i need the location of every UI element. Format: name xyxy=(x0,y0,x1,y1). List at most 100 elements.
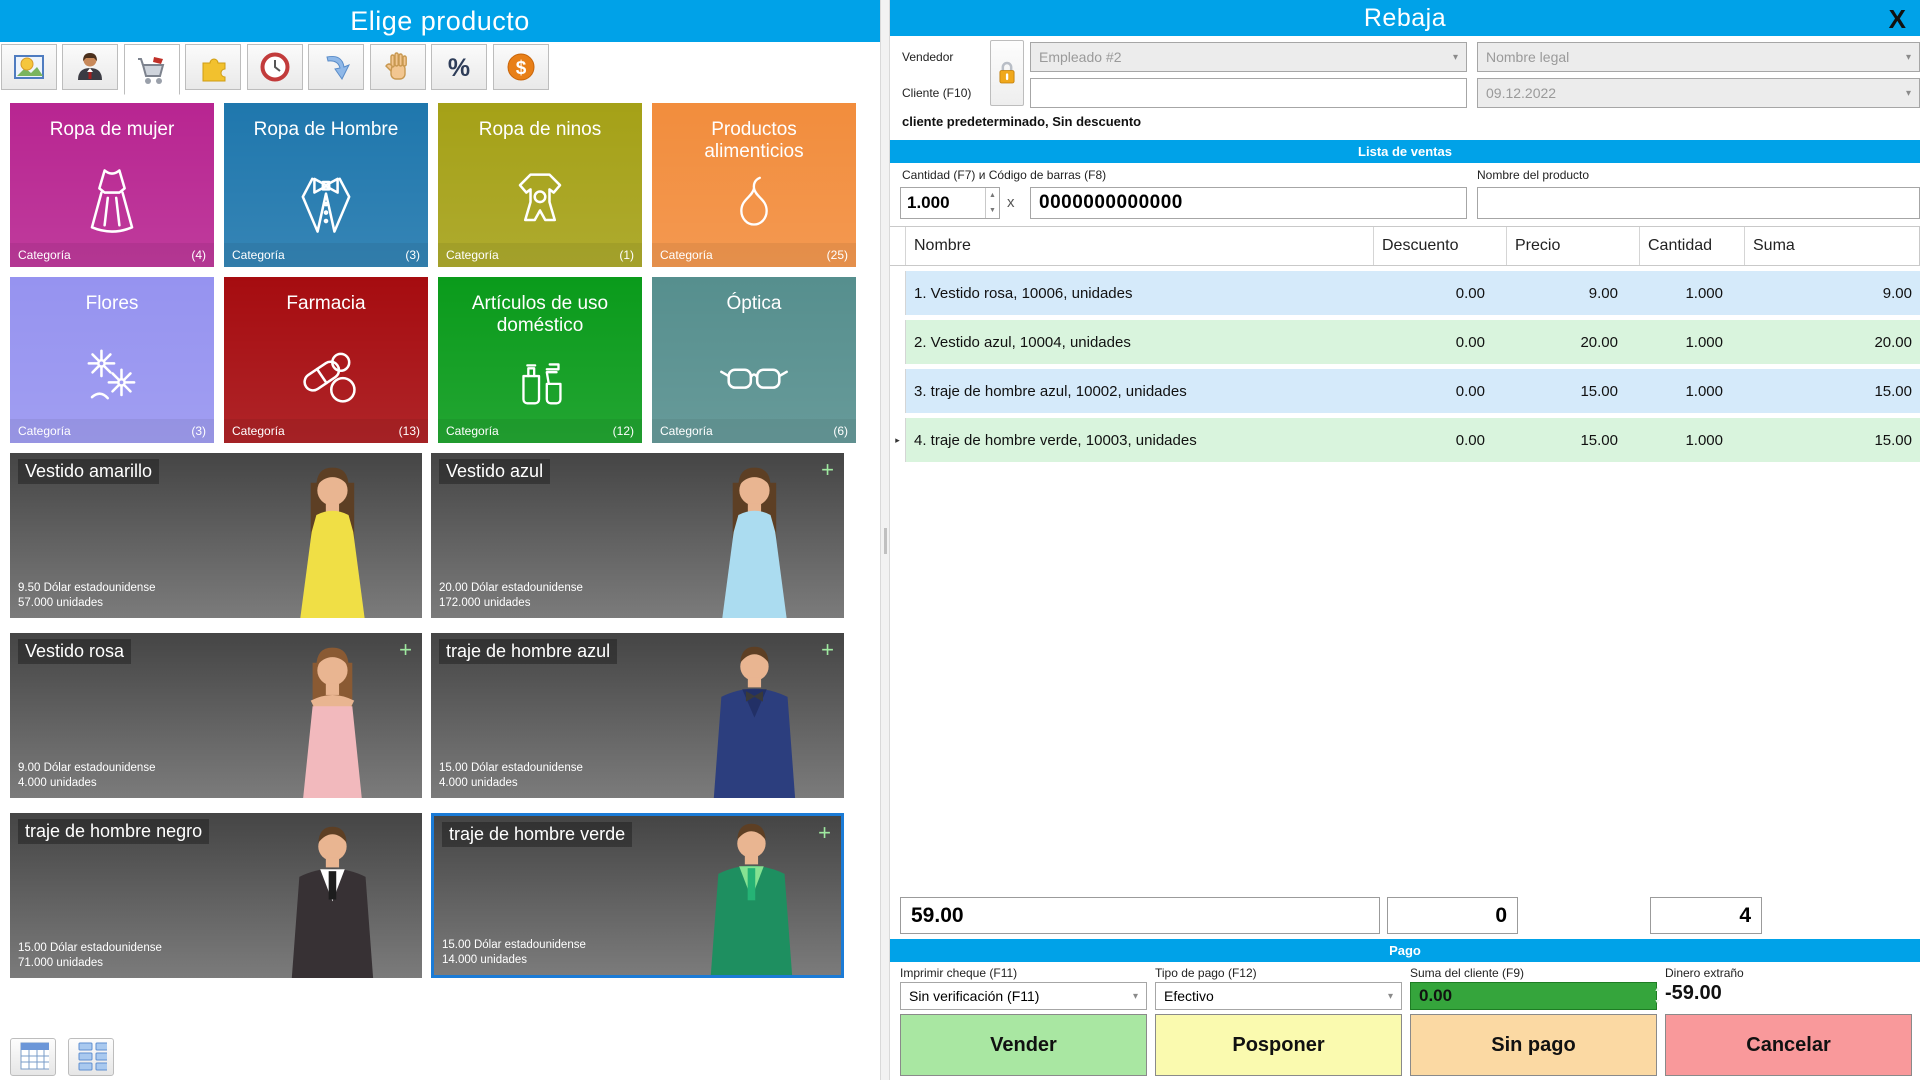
cleaning-icon xyxy=(438,343,642,415)
customer-amount-input[interactable] xyxy=(1411,983,1654,1009)
table-row[interactable]: ▸ 4. traje de hombre verde, 10003, unida… xyxy=(890,418,1920,462)
column-suma[interactable]: Suma xyxy=(1745,227,1919,265)
suma-del-cliente-label: Suma del cliente (F9) xyxy=(1410,966,1525,980)
category-count: (6) xyxy=(833,424,848,438)
chevron-down-icon: ▾ xyxy=(1387,990,1393,1002)
column-precio[interactable]: Precio xyxy=(1507,227,1640,265)
left-panel-title: Elige producto xyxy=(0,0,880,42)
total-sum-display: 59.00 xyxy=(900,897,1380,934)
lista-de-ventas-header: Lista de ventas xyxy=(890,140,1920,163)
category-label: Ropa de ninos xyxy=(478,119,602,140)
product-name: traje de hombre verde xyxy=(442,822,633,847)
cliente-label: Cliente (F10) xyxy=(902,86,972,100)
return-tab-button[interactable] xyxy=(308,44,365,90)
product-tile-vestido-amarillo[interactable]: Vestido amarillo 9.50 Dólar estadouniden… xyxy=(10,453,422,618)
product-name-input[interactable] xyxy=(1477,187,1920,219)
add-icon[interactable]: + xyxy=(399,637,412,663)
cliente-input[interactable] xyxy=(1030,78,1467,108)
close-button[interactable]: X xyxy=(1883,2,1912,36)
pills-icon xyxy=(224,333,428,417)
category-kind: Categoría xyxy=(18,248,71,262)
product-info: 15.00 Dólar estadounidense 71.000 unidade… xyxy=(18,941,162,970)
category-label: Flores xyxy=(85,293,139,314)
total-discount-display: 0 xyxy=(1387,897,1518,934)
column-cantidad[interactable]: Cantidad xyxy=(1640,227,1745,265)
pictures-tab-button[interactable] xyxy=(1,44,57,90)
category-label: Farmacia xyxy=(286,293,366,314)
category-tile-flores[interactable]: Flores Categoría (3) xyxy=(10,277,214,443)
tiles-view-button[interactable] xyxy=(68,1038,115,1076)
suma-del-cliente-input[interactable]: ▲▼ xyxy=(1410,982,1661,1010)
splitter-grip xyxy=(884,528,887,554)
category-kind: Categoría xyxy=(660,248,713,262)
category-tile-articulos-domesticos[interactable]: Artículos de uso doméstico Categoría (12) xyxy=(438,277,642,443)
product-tile-traje-negro[interactable]: traje de hombre negro 15.00 Dólar estado… xyxy=(10,813,422,978)
barcode-input[interactable] xyxy=(1030,187,1467,219)
product-photo xyxy=(722,467,787,618)
table-row[interactable]: 3. traje de hombre azul, 10002, unidades… xyxy=(890,369,1920,413)
product-tile-vestido-rosa[interactable]: Vestido rosa + 9.00 Dólar estadounidense… xyxy=(10,633,422,798)
spin-down-icon[interactable]: ▼ xyxy=(986,203,999,218)
toolbar: % $ xyxy=(0,42,880,95)
time-tab-button[interactable] xyxy=(246,44,303,90)
category-count: (13) xyxy=(398,424,420,438)
dress-icon xyxy=(10,159,214,243)
product-photo xyxy=(291,826,374,978)
column-nombre[interactable]: Nombre xyxy=(906,227,1374,265)
nombre-legal-select[interactable]: Nombre legal ▾ xyxy=(1477,42,1920,72)
amount-spinner[interactable]: ▲ ▼ xyxy=(1654,983,1661,1009)
spin-up-icon[interactable]: ▲ xyxy=(986,188,999,203)
product-tile-traje-verde[interactable]: traje de hombre verde + 15.00 Dólar esta… xyxy=(431,813,844,978)
sales-table: Nombre Descuento Precio Cantidad Suma 1.… xyxy=(890,226,1920,462)
tipo-de-pago-select[interactable]: Efectivo ▾ xyxy=(1155,982,1402,1010)
total-items-display: 4 xyxy=(1650,897,1762,934)
money-tab-button[interactable]: $ xyxy=(492,44,549,90)
fecha-select[interactable]: 09.12.2022 ▾ xyxy=(1477,78,1920,108)
category-tile-ropa-de-ninos[interactable]: Ropa de ninos Categoría (1) xyxy=(438,103,642,267)
baby-clothes-icon xyxy=(438,159,642,243)
quantity-spinner[interactable]: ▲ ▼ xyxy=(985,188,999,218)
pago-header: Pago xyxy=(890,939,1920,962)
clock-icon xyxy=(260,52,290,82)
add-icon[interactable]: + xyxy=(821,457,834,483)
employee-tab-button[interactable] xyxy=(62,44,119,90)
imprimir-cheque-select[interactable]: Sin verificación (F11) ▾ xyxy=(900,982,1147,1010)
quantity-stepper[interactable]: ▲▼ xyxy=(900,187,1000,219)
discount-tab-button[interactable]: % xyxy=(431,44,488,90)
person-icon xyxy=(78,53,103,80)
flowers-icon xyxy=(10,333,214,417)
vender-button[interactable]: Vender xyxy=(900,1014,1147,1076)
hold-tab-button[interactable] xyxy=(369,44,426,90)
product-tile-vestido-azul[interactable]: Vestido azul + 20.00 Dólar estadounidens… xyxy=(431,453,844,618)
sale-tab-button[interactable] xyxy=(123,44,180,95)
add-icon[interactable]: + xyxy=(818,820,831,846)
cancelar-button[interactable]: Cancelar xyxy=(1665,1014,1912,1076)
spin-down-icon[interactable]: ▼ xyxy=(1654,996,1661,1009)
category-tile-optica[interactable]: Óptica Categoría (6) xyxy=(652,277,856,443)
sin-pago-button[interactable]: Sin pago xyxy=(1410,1014,1657,1076)
sale-panel: Rebaja X Vendedor Empleado #2 ▾ Nombre le… xyxy=(890,0,1920,1080)
column-descuento[interactable]: Descuento xyxy=(1374,227,1507,265)
table-row[interactable]: 1. Vestido rosa, 10006, unidades 0.00 9.… xyxy=(890,271,1920,315)
plugins-tab-button[interactable] xyxy=(185,44,242,90)
quantity-input[interactable] xyxy=(901,188,985,218)
category-count: (12) xyxy=(612,424,634,438)
add-icon[interactable]: + xyxy=(821,637,834,663)
sales-table-header: Nombre Descuento Precio Cantidad Suma xyxy=(890,226,1920,266)
table-row[interactable]: 2. Vestido azul, 10004, unidades 0.00 20… xyxy=(890,320,1920,364)
table-view-button[interactable] xyxy=(10,1038,56,1076)
dinero-extrano-label: Dinero extraño xyxy=(1665,966,1744,980)
lock-button[interactable] xyxy=(990,40,1024,106)
puzzle-icon xyxy=(202,58,226,82)
product-tile-traje-azul[interactable]: traje de hombre azul + 15.00 Dólar estad… xyxy=(431,633,844,798)
vendedor-select[interactable]: Empleado #2 ▾ xyxy=(1030,42,1467,72)
panel-splitter[interactable] xyxy=(880,0,890,1080)
category-tile-farmacia[interactable]: Farmacia Categoría (13) xyxy=(224,277,428,443)
posponer-button[interactable]: Posponer xyxy=(1155,1014,1402,1076)
category-tile-productos-alimenticios[interactable]: Productos alimenticios Categoría (25) xyxy=(652,103,856,267)
active-row-marker xyxy=(890,271,906,315)
spin-up-icon[interactable]: ▲ xyxy=(1654,983,1661,996)
pear-icon xyxy=(652,171,856,243)
category-tile-ropa-de-mujer[interactable]: Ropa de mujer Categoría (4) xyxy=(10,103,214,267)
category-tile-ropa-de-hombre[interactable]: Ropa de Hombre Categoría (3) xyxy=(224,103,428,267)
